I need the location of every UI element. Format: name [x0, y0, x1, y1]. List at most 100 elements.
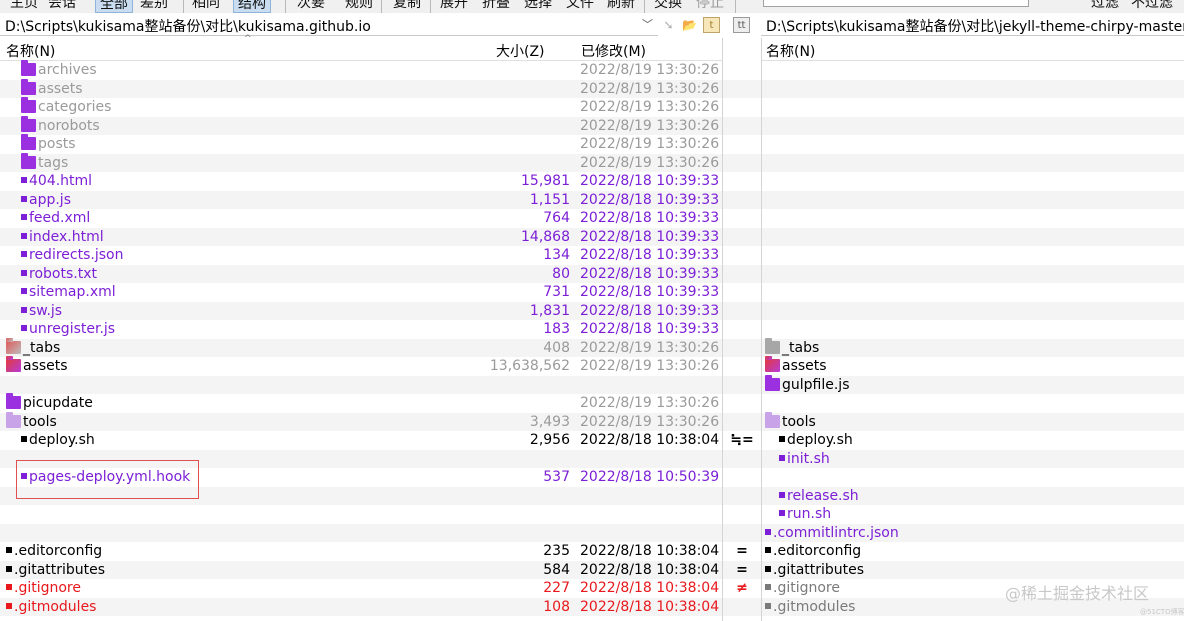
right-table-row[interactable]: init.sh — [762, 449, 1184, 468]
left-item-name: sitemap.xml — [21, 283, 116, 302]
left-item-label: posts — [38, 136, 76, 152]
toolbar-button[interactable]: 复制 — [393, 0, 421, 13]
left-table-row[interactable]: assets 2022/8/19 13:30:26 — [0, 78, 722, 98]
left-table-row[interactable]: posts 2022/8/19 13:30:26 — [0, 134, 722, 154]
browse-arrow-icon[interactable]: ➘ — [660, 17, 677, 33]
folder-icon — [6, 411, 21, 428]
toolbar-button[interactable]: 全部 — [95, 0, 133, 13]
right-table-row[interactable]: run.sh — [762, 505, 1184, 524]
left-path-bar[interactable]: D:\Scripts\kukisama整站备份\对比\kukisama.gith… — [0, 14, 658, 36]
left-table-row[interactable]: picupdate 2022/8/19 13:30:26 — [0, 393, 722, 413]
left-table-row[interactable]: .gitattributes 584 2022/8/18 10:38:04 — [0, 560, 722, 579]
right-table-row[interactable]: .commitlintrc.json — [762, 523, 1184, 542]
left-item-label: tools — [23, 413, 57, 430]
left-item-label: assets — [23, 358, 68, 374]
left-table-row[interactable]: sitemap.xml 731 2022/8/18 10:39:33 — [0, 283, 722, 302]
left-table-row[interactable]: .gitignore 227 2022/8/18 10:38:04 — [0, 579, 722, 598]
toolbar-button[interactable]: 交换 — [654, 0, 682, 13]
left-table-row[interactable]: tools 3,493 2022/8/19 13:30:26 — [0, 411, 722, 431]
right-table-row[interactable] — [762, 209, 1184, 228]
right-table-row[interactable]: release.sh — [762, 486, 1184, 505]
right-table-row[interactable] — [762, 135, 1184, 154]
left-table-row[interactable]: categories 2022/8/19 13:30:26 — [0, 97, 722, 117]
left-table-row[interactable] — [0, 505, 722, 524]
column-modified-header[interactable]: 已修改(M) — [581, 41, 646, 61]
right-table-row[interactable] — [762, 227, 1184, 246]
compare-mark-row — [723, 523, 761, 542]
right-path-text[interactable]: D:\Scripts\kukisama整站备份\对比\jekyll-theme-… — [766, 16, 1184, 36]
right-table-row[interactable] — [762, 320, 1184, 339]
right-table-row[interactable] — [762, 190, 1184, 209]
left-table-row[interactable]: assets 13,638,562 2022/8/19 13:30:26 — [0, 356, 722, 376]
up-folder-icon[interactable]: t — [703, 17, 720, 33]
toolbar-button[interactable]: 文件 — [566, 0, 594, 13]
toolbar-button[interactable]: 不过滤 — [1131, 0, 1173, 13]
left-item-modified: 2022/8/18 10:39:33 — [580, 302, 720, 319]
right-table-row[interactable]: .editorconfig — [762, 542, 1184, 561]
column-name-header[interactable]: 名称(N) — [6, 41, 55, 61]
left-table-row[interactable]: sw.js 1,831 2022/8/18 10:39:33 — [0, 301, 722, 320]
left-table-row[interactable]: unregister.js 183 2022/8/18 10:39:33 — [0, 320, 722, 339]
left-item-modified: 2022/8/19 13:30:26 — [580, 117, 720, 134]
filter-input[interactable] — [763, 0, 1029, 7]
toolbar-button[interactable]: 刷新 — [607, 0, 635, 13]
toolbar-button[interactable]: 规则 — [345, 0, 373, 13]
toolbar-button[interactable]: 差别 — [140, 0, 168, 13]
left-table-row[interactable]: archives 2022/8/19 13:30:26 — [0, 60, 722, 80]
left-item-size: 15,981 — [521, 173, 570, 189]
right-table-row[interactable]: _tabs — [762, 337, 1184, 357]
left-table-row[interactable]: robots.txt 80 2022/8/18 10:39:33 — [0, 264, 722, 283]
toolbar-button[interactable]: 相同 — [192, 0, 220, 13]
compare-mark-row — [723, 357, 761, 376]
left-table-row[interactable]: redirects.json 134 2022/8/18 10:39:33 — [0, 246, 722, 265]
left-table-row[interactable]: app.js 1,151 2022/8/18 10:39:33 — [0, 190, 722, 209]
toolbar-button[interactable]: 次要 — [297, 0, 325, 13]
right-table-row[interactable] — [762, 172, 1184, 191]
right-table-row[interactable]: deploy.sh — [762, 431, 1184, 450]
left-table-row[interactable]: norobots 2022/8/19 13:30:26 — [0, 115, 722, 135]
left-table-row[interactable]: tags 2022/8/19 13:30:26 — [0, 152, 722, 172]
column-size-header[interactable]: 大小(Z) — [496, 41, 545, 61]
right-table-row[interactable]: assets — [762, 356, 1184, 376]
left-table-row[interactable]: feed.xml 764 2022/8/18 10:39:33 — [0, 209, 722, 228]
toolbar-button[interactable]: 主页 — [10, 0, 38, 13]
open-folder-icon[interactable]: 📂 — [681, 17, 698, 33]
left-table-row[interactable]: 404.html 15,981 2022/8/18 10:39:33 — [0, 172, 722, 191]
right-table-row[interactable] — [762, 246, 1184, 265]
right-table-row[interactable]: gulpfile.js — [762, 374, 1184, 394]
right-column-name-header[interactable]: 名称(N) — [766, 41, 815, 61]
right-path-bar[interactable]: D:\Scripts\kukisama整站备份\对比\jekyll-theme-… — [761, 14, 1184, 36]
right-table-row[interactable] — [762, 61, 1184, 80]
toolbar-button[interactable]: 选择 — [524, 0, 552, 13]
toolbar-button[interactable]: 折叠 — [482, 0, 510, 13]
right-table-row[interactable] — [762, 116, 1184, 135]
right-table-row[interactable] — [762, 283, 1184, 302]
left-table-row[interactable]: deploy.sh 2,956 2022/8/18 10:38:04 — [0, 431, 722, 450]
right-table-row[interactable] — [762, 79, 1184, 98]
right-table-row[interactable] — [762, 98, 1184, 117]
left-column-header: 名称(N) ^ 大小(Z) 已修改(M) — [0, 34, 722, 61]
right-table-row[interactable] — [762, 301, 1184, 320]
left-table-row[interactable]: .gitmodules 108 2022/8/18 10:38:04 — [0, 597, 722, 616]
left-item-name: _tabs — [6, 337, 60, 358]
toolbar-button[interactable]: 停止 — [696, 0, 724, 13]
left-table-row[interactable]: _tabs 408 2022/8/19 13:30:26 — [0, 337, 722, 358]
toolbar-button[interactable]: 会话 — [48, 0, 76, 13]
right-table-row[interactable] — [762, 394, 1184, 413]
right-table-row[interactable]: tools — [762, 411, 1184, 431]
right-table-row[interactable] — [762, 468, 1184, 487]
right-table-row[interactable] — [762, 153, 1184, 172]
left-table-row[interactable]: index.html 14,868 2022/8/18 10:39:33 — [0, 227, 722, 246]
toolbar-button[interactable]: 展开 — [440, 0, 468, 13]
path-dropdown-chevron-icon[interactable]: ﹀ — [642, 16, 653, 32]
toolbar-button[interactable]: 结构 — [233, 0, 271, 13]
toolbar-button[interactable]: 过滤 — [1091, 0, 1119, 13]
right-table-row[interactable] — [762, 264, 1184, 283]
left-table-row[interactable]: .editorconfig 235 2022/8/18 10:38:04 — [0, 542, 722, 561]
left-path-text[interactable]: D:\Scripts\kukisama整站备份\对比\kukisama.gith… — [5, 16, 371, 36]
right-table-row[interactable]: .gitattributes — [762, 560, 1184, 579]
toolbar-separator — [430, 0, 431, 13]
swap-sides-icon[interactable]: tt — [733, 17, 750, 33]
left-table-row[interactable] — [0, 523, 722, 542]
left-table-row[interactable] — [0, 375, 722, 394]
